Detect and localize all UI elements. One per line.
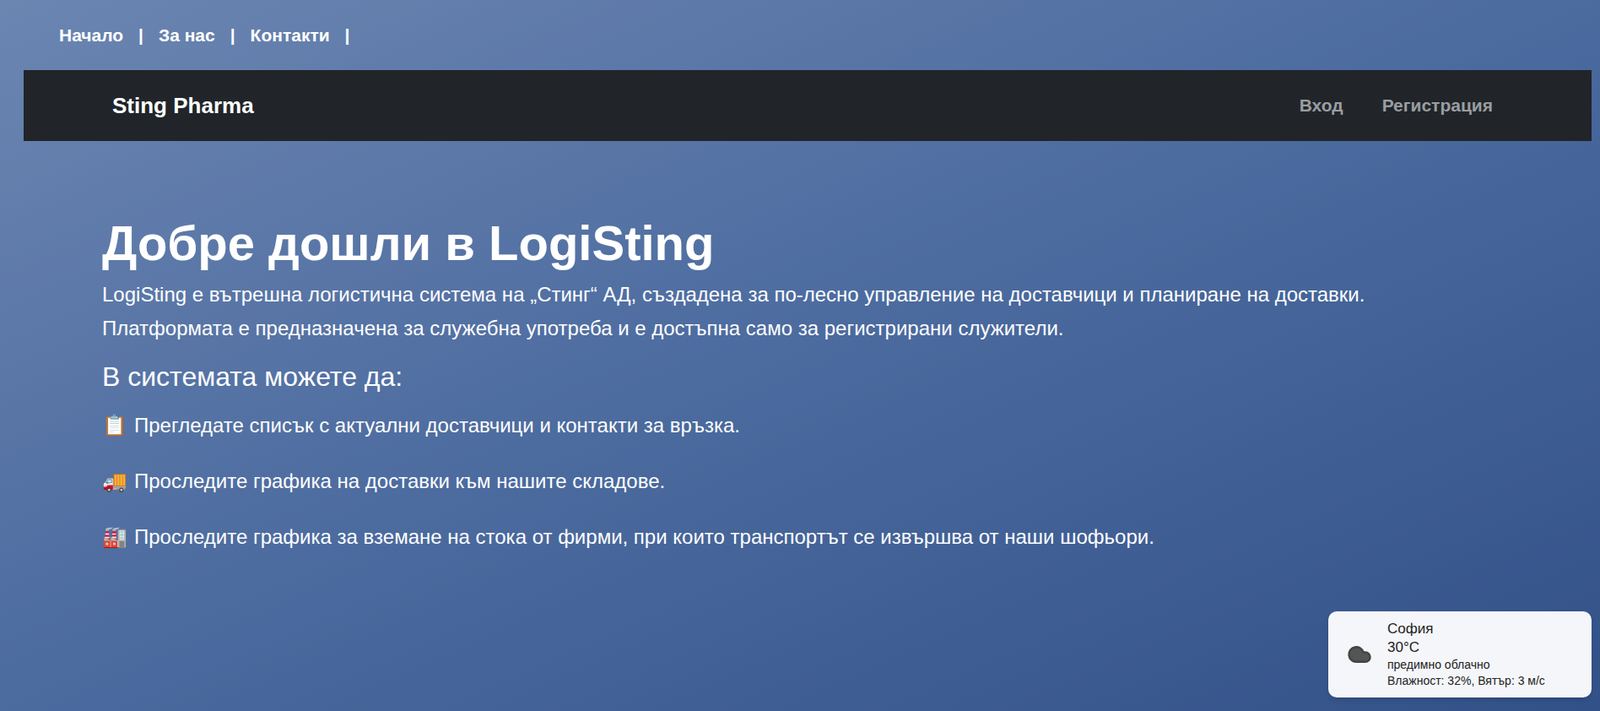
weather-condition: предимно облачно xyxy=(1387,656,1546,673)
page: Начало | За нас | Контакти | Sting Pharma Вход Р… xyxy=(0,0,1600,711)
top-link[interactable]: Контакти xyxy=(250,21,330,49)
hero: Добре дошли в LogiStingLogiSting е вътре… xyxy=(0,140,1600,550)
top-links-bar: Начало | За нас | Контакти | xyxy=(0,0,1600,71)
nav-link[interactable]: Регистрация xyxy=(1382,91,1493,119)
hero-subtitle: В системата можете да: xyxy=(102,360,1498,393)
weather-temperature: 30°C xyxy=(1387,637,1546,657)
top-link-separator: | xyxy=(345,21,351,49)
top-link-separator: | xyxy=(138,21,144,49)
top-link[interactable]: Начало xyxy=(59,21,124,49)
top-link-separator: | xyxy=(230,21,236,49)
feature-item: 📋Прегледате списък с актуални доставчици… xyxy=(102,412,1498,438)
cloud-icon xyxy=(1346,641,1373,667)
weather-details: Влажност: 32%, Вятър: 3 м/с xyxy=(1387,672,1546,689)
top-link[interactable]: За нас xyxy=(158,21,216,49)
navbar: Sting Pharma Вход Регистрация xyxy=(23,70,1592,141)
feature-item: 🏭Проследите графика за вземане на стока … xyxy=(102,524,1498,550)
weather-widget: София30°Cпредимно облачноВлажност: 32%, … xyxy=(1328,610,1592,698)
hero-title: Добре дошли в LogiSting xyxy=(102,213,1498,273)
feature-icon: 🏭 xyxy=(102,524,128,550)
nav-link[interactable]: Вход xyxy=(1299,91,1344,119)
feature-icon: 📋 xyxy=(102,412,128,438)
hero-description: LogiSting е вътрешна логистична система … xyxy=(102,277,1419,346)
weather-city: София xyxy=(1387,619,1546,638)
brand[interactable]: Sting Pharma xyxy=(112,89,255,123)
feature-item: 🚚Проследите графика на доставки към наши… xyxy=(102,468,1498,494)
feature-icon: 🚚 xyxy=(102,468,128,494)
